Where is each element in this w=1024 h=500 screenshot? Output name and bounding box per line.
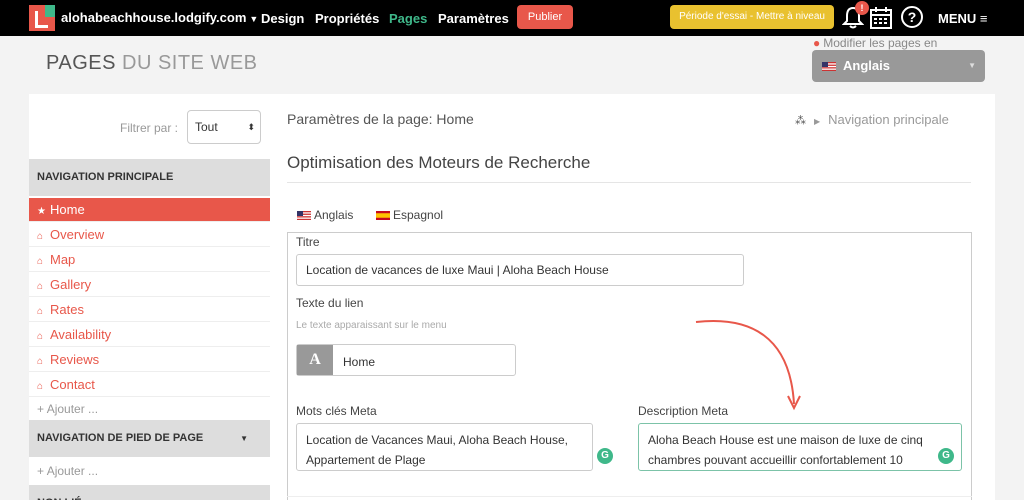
top-bar: alohabeachhouse.lodgify.com ▼ Design Prop… bbox=[0, 0, 1024, 36]
filter-label: Filtrer par : bbox=[120, 121, 179, 135]
footer-nav-header: NAVIGATION DE PIED DE PAGE ▼ bbox=[29, 420, 270, 457]
chevron-down-icon[interactable]: ▼ bbox=[240, 420, 248, 457]
home-icon: ⌂ bbox=[37, 356, 44, 367]
notification-badge: ! bbox=[855, 1, 869, 15]
home-icon: ⌂ bbox=[37, 306, 44, 317]
page-title-light: DU SITE WEB bbox=[122, 52, 258, 74]
meta-keywords-label: Mots clés Meta bbox=[296, 404, 377, 418]
sidebar-item-map[interactable]: ⌂ Map bbox=[29, 248, 270, 272]
tab-spanish[interactable]: Espagnol bbox=[376, 208, 443, 222]
edit-language-text: Modifier les pages en bbox=[823, 36, 938, 50]
language-select-value: Anglais bbox=[843, 58, 890, 73]
add-item-label: Ajouter ... bbox=[46, 464, 99, 478]
link-text-hint: Le texte apparaissant sur le menu bbox=[296, 320, 447, 331]
nav-pages[interactable]: Pages bbox=[389, 11, 427, 26]
main-panel: Paramètres de la page: Home ⁂ ▶ Navigation… bbox=[270, 94, 995, 500]
language-select[interactable]: Anglais ▼ bbox=[812, 50, 985, 82]
sidebar-item-label: Rates bbox=[50, 302, 84, 317]
link-text-label: Texte du lien bbox=[296, 296, 364, 310]
tab-english[interactable]: Anglais bbox=[297, 208, 353, 222]
filter-select-value: Tout bbox=[195, 120, 218, 134]
sidebar-item-gallery[interactable]: ⌂ Gallery bbox=[29, 273, 270, 297]
star-icon: ★ bbox=[37, 206, 46, 217]
home-icon: ⌂ bbox=[37, 231, 44, 242]
add-footer-nav-item[interactable]: + Ajouter ... bbox=[29, 459, 270, 483]
link-text-value: Home bbox=[343, 355, 376, 369]
page-title-strong: PAGES bbox=[46, 52, 116, 74]
navigation-breadcrumb-label[interactable]: Navigation principale bbox=[828, 112, 949, 127]
seo-section-title: Optimisation des Moteurs de Recherche bbox=[287, 153, 591, 172]
sidebar-item-label: Map bbox=[50, 252, 76, 267]
tab-label: Espagnol bbox=[393, 208, 444, 222]
filter-select[interactable]: Tout ⬍ bbox=[187, 110, 261, 144]
sidebar-item-overview[interactable]: ⌂ Overview bbox=[29, 223, 270, 247]
calendar-icon[interactable] bbox=[870, 7, 892, 29]
home-icon: ⌂ bbox=[37, 256, 44, 267]
home-icon: ⌂ bbox=[37, 331, 44, 342]
us-flag-icon bbox=[822, 62, 836, 71]
sidebar-item-reviews[interactable]: ⌂ Reviews bbox=[29, 348, 270, 372]
tab-label: Anglais bbox=[314, 208, 354, 222]
link-text-input[interactable]: A Home bbox=[296, 344, 516, 376]
sidebar-item-home[interactable]: ★ Home bbox=[29, 198, 270, 222]
hamburger-icon: ≡ bbox=[979, 11, 988, 26]
meta-description-label: Description Meta bbox=[638, 404, 729, 418]
nav-design[interactable]: Design bbox=[261, 11, 304, 26]
caret-right-icon: ▶ bbox=[814, 117, 821, 126]
lodgify-logo-icon[interactable] bbox=[29, 5, 55, 31]
spain-flag-icon bbox=[376, 211, 390, 220]
info-icon: ● bbox=[813, 36, 821, 50]
plus-icon: + bbox=[37, 464, 47, 478]
meta-description-textarea[interactable]: Aloha Beach House est une maison de luxe… bbox=[638, 423, 962, 471]
unlinked-header: NON LIÉ bbox=[29, 485, 270, 500]
grammarly-icon[interactable]: G bbox=[938, 448, 954, 464]
add-item-label: Ajouter ... bbox=[46, 402, 99, 416]
chevron-down-icon: ▼ bbox=[249, 14, 259, 24]
title-label: Titre bbox=[296, 235, 320, 249]
site-selector[interactable]: alohabeachhouse.lodgify.com ▼ bbox=[61, 10, 258, 25]
dropdown-arrow-icon: ▼ bbox=[968, 61, 976, 70]
text-letter-icon: A bbox=[297, 345, 333, 375]
sidebar-item-label: Reviews bbox=[50, 352, 100, 367]
sidebar-item-contact[interactable]: ⌂ Contact bbox=[29, 373, 270, 397]
arrow-annotation-icon bbox=[695, 320, 801, 411]
page-title: PAGES DU SITE WEB bbox=[46, 52, 258, 75]
nav-settings[interactable]: Paramètres bbox=[438, 11, 509, 26]
sidebar: Filtrer par : Tout ⬍ NAVIGATION PRINCIPAL… bbox=[29, 94, 270, 500]
upgrade-trial-button[interactable]: Période d'essai - Mettre à niveau bbox=[670, 5, 834, 29]
sidebar-item-rates[interactable]: ⌂ Rates bbox=[29, 298, 270, 322]
divider bbox=[287, 182, 971, 183]
sidebar-item-label: Contact bbox=[50, 377, 95, 392]
nav-properties[interactable]: Propriétés bbox=[315, 11, 379, 26]
divider bbox=[287, 496, 972, 497]
grammarly-icon[interactable]: G bbox=[597, 448, 613, 464]
plus-icon: + bbox=[37, 402, 47, 416]
footer-nav-title: NAVIGATION DE PIED DE PAGE bbox=[37, 432, 204, 444]
sidebar-item-availability[interactable]: ⌂ Availability bbox=[29, 323, 270, 347]
sidebar-item-label: Overview bbox=[50, 227, 105, 242]
menu-button[interactable]: MENU ≡ bbox=[938, 11, 988, 26]
main-nav-header: NAVIGATION PRINCIPALE bbox=[29, 159, 270, 196]
home-icon: ⌂ bbox=[37, 381, 44, 392]
sidebar-item-label: Availability bbox=[50, 327, 112, 342]
home-icon: ⌂ bbox=[37, 281, 44, 292]
meta-keywords-textarea[interactable]: Location de Vacances Maui, Aloha Beach H… bbox=[296, 423, 593, 471]
help-icon[interactable]: ? bbox=[901, 6, 923, 28]
us-flag-icon bbox=[297, 211, 311, 220]
add-main-nav-item[interactable]: + Ajouter ... bbox=[29, 397, 270, 421]
sitemap-icon: ⁂ bbox=[795, 115, 806, 127]
sidebar-item-label: Home bbox=[50, 202, 85, 217]
page-settings-breadcrumb: Paramètres de la page: Home bbox=[287, 111, 474, 127]
site-name: alohabeachhouse.lodgify.com bbox=[61, 10, 247, 25]
select-arrows-icon: ⬍ bbox=[247, 122, 255, 132]
publish-button[interactable]: Publier bbox=[517, 5, 573, 29]
sidebar-item-label: Gallery bbox=[50, 277, 92, 292]
edit-language-label: ● Modifier les pages en bbox=[813, 36, 937, 50]
title-input[interactable]: Location de vacances de luxe Maui | Aloh… bbox=[296, 254, 744, 286]
navigation-breadcrumb: ⁂ ▶ Navigation principale bbox=[795, 112, 949, 127]
menu-label: MENU bbox=[938, 11, 977, 26]
